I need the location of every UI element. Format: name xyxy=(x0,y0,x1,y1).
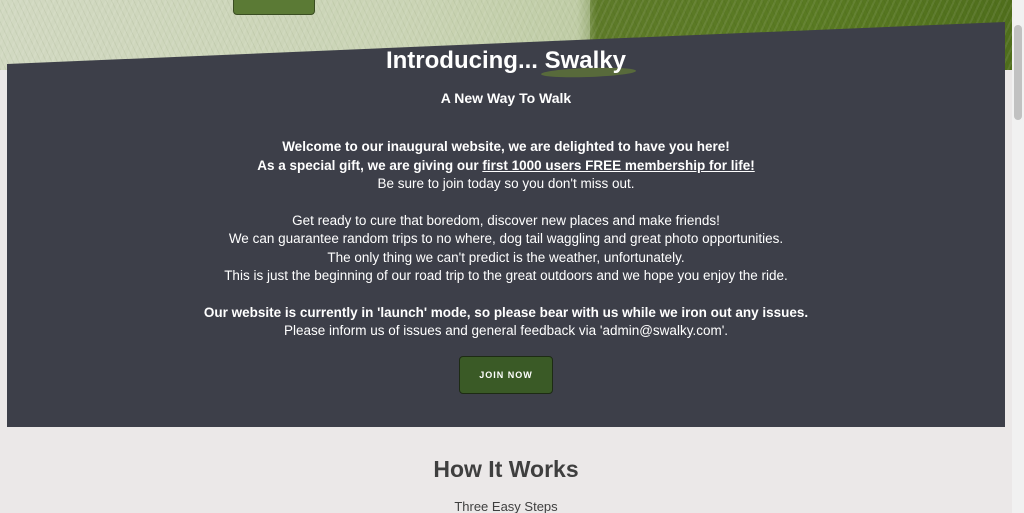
brand-name: Swalky xyxy=(540,47,637,79)
para2-line: We can guarantee random trips to no wher… xyxy=(228,231,784,246)
intro-title: Introducing... Swalky xyxy=(0,47,1012,79)
intro-body: Welcome to our inaugural website, we are… xyxy=(0,138,1012,341)
welcome-line: Welcome to our inaugural website, we are… xyxy=(282,139,730,154)
feedback-line: Please inform us of issues and general f… xyxy=(283,323,729,338)
gift-prefix: As a special gift, we are giving our xyxy=(257,157,483,173)
how-it-works-title: How It Works xyxy=(433,456,579,482)
join-now-button[interactable]: JOIN NOW xyxy=(459,356,553,394)
gift-line: As a special gift, we are giving our fir… xyxy=(0,157,1012,176)
brand-text: Swalky xyxy=(544,47,627,74)
para2-line: The only thing we can't predict is the w… xyxy=(327,249,685,265)
para2-line: This is just the beginning of our road t… xyxy=(224,268,788,283)
free-membership-link[interactable]: first 1000 users FREE membership for lif… xyxy=(482,158,754,173)
how-it-works-subtitle: Three Easy Steps xyxy=(454,499,558,513)
scrollbar-thumb[interactable] xyxy=(1014,25,1022,120)
intro-subtitle: A New Way To Walk xyxy=(440,90,572,106)
page-scrollbar[interactable] xyxy=(1012,0,1024,513)
hero-button-partial[interactable] xyxy=(233,0,315,15)
launch-notice: Our website is currently in 'launch' mod… xyxy=(203,304,809,320)
join-today-line: Be sure to join today so you don't miss … xyxy=(377,176,635,191)
page: Introducing... Swalky A New Way To Walk … xyxy=(0,0,1012,513)
intro-title-prefix: Introducing... xyxy=(385,47,545,74)
para2-line: Get ready to cure that boredom, discover… xyxy=(292,212,720,228)
